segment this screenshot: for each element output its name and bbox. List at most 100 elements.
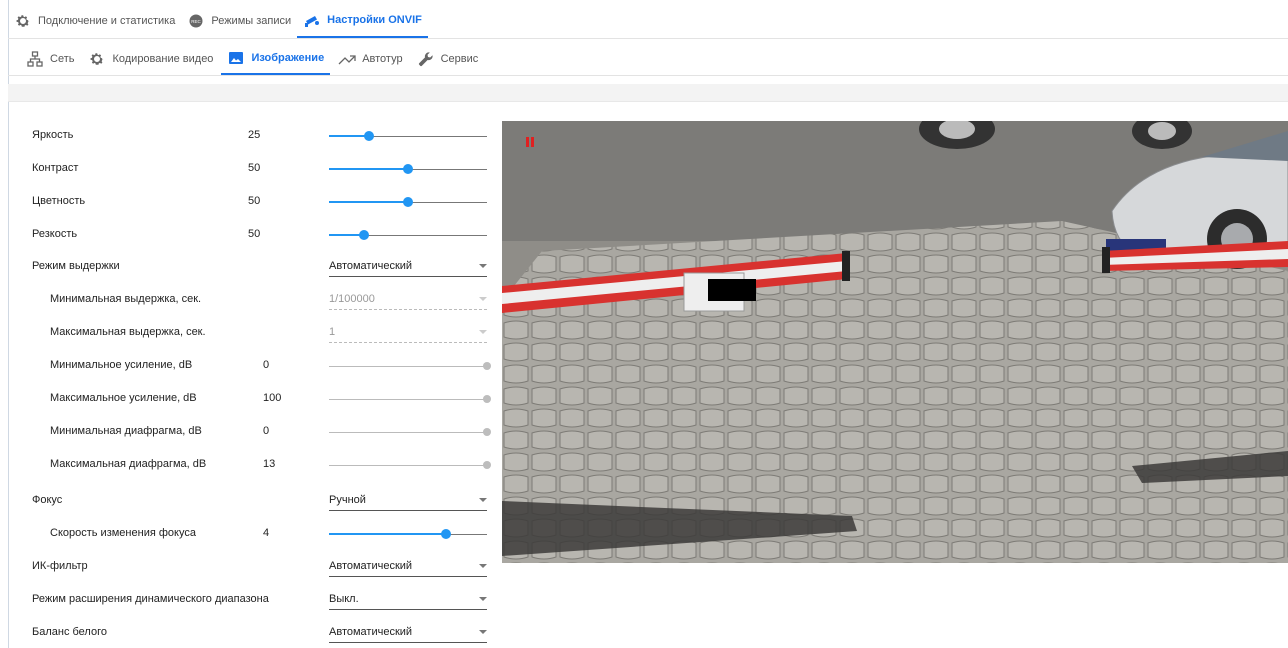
brightness-slider[interactable] — [329, 131, 487, 148]
max-iris-slider — [329, 461, 491, 477]
setting-contrast: Контраст 50 — [32, 153, 492, 185]
slider-thumb[interactable] — [403, 164, 413, 174]
setting-value: 13 — [263, 458, 276, 470]
setting-label: Контраст — [32, 162, 79, 174]
tab-service[interactable]: Сервис — [411, 42, 485, 75]
setting-value: 4 — [263, 527, 270, 539]
tab-recording-modes[interactable]: REC Режимы записи — [181, 4, 297, 38]
slider-track — [329, 366, 487, 367]
setting-focus: Фокус Ручной — [32, 485, 492, 517]
setting-label: Резкость — [32, 228, 78, 240]
setting-sharpness: Резкость 50 — [32, 219, 492, 251]
max-gain-slider — [329, 395, 491, 411]
gear-icon — [14, 12, 32, 30]
setting-label: Минимальная диафрагма, dB — [50, 425, 202, 437]
setting-ir-filter: ИК-фильтр Автоматический — [32, 551, 492, 583]
slider-thumb[interactable] — [403, 197, 413, 207]
setting-label: Скорость изменения фокуса — [50, 527, 196, 539]
slider-thumb[interactable] — [440, 529, 451, 539]
slider-thumb[interactable] — [358, 230, 369, 240]
slider-track — [329, 399, 487, 400]
setting-label: Яркость — [32, 129, 74, 141]
tab-autotour[interactable]: Автотур — [332, 42, 408, 75]
select-value: Автоматический — [329, 626, 413, 638]
toolbar-band — [8, 84, 1288, 102]
tab-label: Сеть — [50, 52, 75, 65]
setting-value: 100 — [263, 392, 282, 404]
setting-min-gain: Минимальное усиление, dB 0 — [32, 350, 492, 382]
caret-down-icon — [479, 330, 487, 334]
setting-min-exposure: Минимальная выдержка, сек. 1/100000 — [32, 284, 492, 316]
svg-text:REC: REC — [192, 19, 202, 24]
tab-onvif-settings[interactable]: Настройки ONVIF — [297, 4, 428, 38]
focus-select[interactable]: Ручной — [329, 489, 487, 511]
caret-down-icon — [479, 630, 487, 634]
setting-value: 0 — [263, 425, 270, 437]
wdr-select[interactable]: Выкл. — [329, 588, 487, 610]
setting-label: Минимальная выдержка, сек. — [50, 293, 202, 305]
setting-max-iris: Максимальная диафрагма, dB 13 — [32, 449, 492, 481]
camera-video-preview[interactable] — [502, 121, 1288, 563]
tab-label: Сервис — [440, 52, 479, 65]
tab-connection-stats[interactable]: Подключение и статистика — [8, 4, 181, 38]
select-value: Автоматический — [329, 260, 413, 272]
tab-video-encoding[interactable]: Кодирование видео — [82, 42, 219, 75]
exposure-mode-select[interactable]: Автоматический — [329, 255, 487, 277]
max-exposure-select: 1 — [329, 321, 487, 343]
setting-label: Максимальное усиление, dB — [50, 392, 197, 404]
wrench-icon — [417, 50, 435, 68]
tab-network[interactable]: Сеть — [20, 42, 80, 75]
focus-speed-slider[interactable] — [329, 529, 487, 546]
caret-down-icon — [479, 297, 487, 301]
setting-value: 0 — [263, 359, 270, 371]
min-exposure-select: 1/100000 — [329, 288, 487, 310]
sharpness-slider[interactable] — [329, 230, 487, 247]
tab-label: Режимы записи — [211, 15, 292, 27]
tab-label: Подключение и статистика — [38, 15, 176, 27]
slider-thumb[interactable] — [363, 131, 374, 141]
setting-label: Режим расширения динамического диапазона — [32, 593, 269, 605]
image-icon — [227, 49, 245, 67]
slider-thumb — [483, 461, 491, 469]
setting-min-iris: Минимальная диафрагма, dB 0 — [32, 416, 492, 448]
slider-thumb — [483, 395, 491, 403]
caret-down-icon — [479, 264, 487, 268]
slider-fill — [329, 533, 446, 535]
select-value: 1/100000 — [329, 293, 375, 305]
min-gain-slider — [329, 362, 491, 378]
setting-wdr: Режим расширения динамического диапазона… — [32, 584, 492, 616]
slider-thumb — [483, 362, 491, 370]
setting-value: 50 — [248, 195, 261, 207]
divider — [8, 38, 1288, 39]
select-value: 1 — [329, 326, 336, 338]
select-value: Выкл. — [329, 593, 359, 605]
divider — [8, 75, 1288, 76]
ir-filter-select[interactable]: Автоматический — [329, 555, 487, 577]
pause-indicator-icon[interactable] — [526, 137, 536, 147]
setting-value: 50 — [248, 162, 261, 174]
tab-label: Автотур — [362, 52, 403, 65]
white-balance-select[interactable]: Автоматический — [329, 621, 487, 643]
setting-label: Максимальная выдержка, сек. — [50, 326, 206, 338]
caret-down-icon — [479, 498, 487, 502]
slider-fill — [329, 201, 408, 203]
setting-max-gain: Максимальное усиление, dB 100 — [32, 383, 492, 415]
setting-max-exposure: Максимальная выдержка, сек. 1 — [32, 317, 492, 349]
contrast-slider[interactable] — [329, 164, 487, 181]
setting-saturation: Цветность 50 — [32, 186, 492, 218]
tab-image[interactable]: Изображение — [221, 42, 331, 75]
top-tabs: Подключение и статистика REC Режимы запи… — [8, 4, 428, 38]
tab-label: Кодирование видео — [112, 52, 214, 65]
setting-value: 25 — [248, 129, 261, 141]
rec-icon: REC — [187, 12, 205, 30]
network-icon — [26, 50, 44, 68]
caret-down-icon — [479, 597, 487, 601]
setting-label: ИК-фильтр — [32, 560, 88, 572]
saturation-slider[interactable] — [329, 197, 487, 214]
setting-label: Фокус — [32, 494, 63, 506]
slider-thumb — [483, 428, 491, 436]
setting-brightness: Яркость 25 — [32, 120, 492, 152]
slider-fill — [329, 168, 408, 170]
tab-label: Настройки ONVIF — [327, 14, 422, 26]
setting-focus-speed: Скорость изменения фокуса 4 — [32, 518, 492, 550]
